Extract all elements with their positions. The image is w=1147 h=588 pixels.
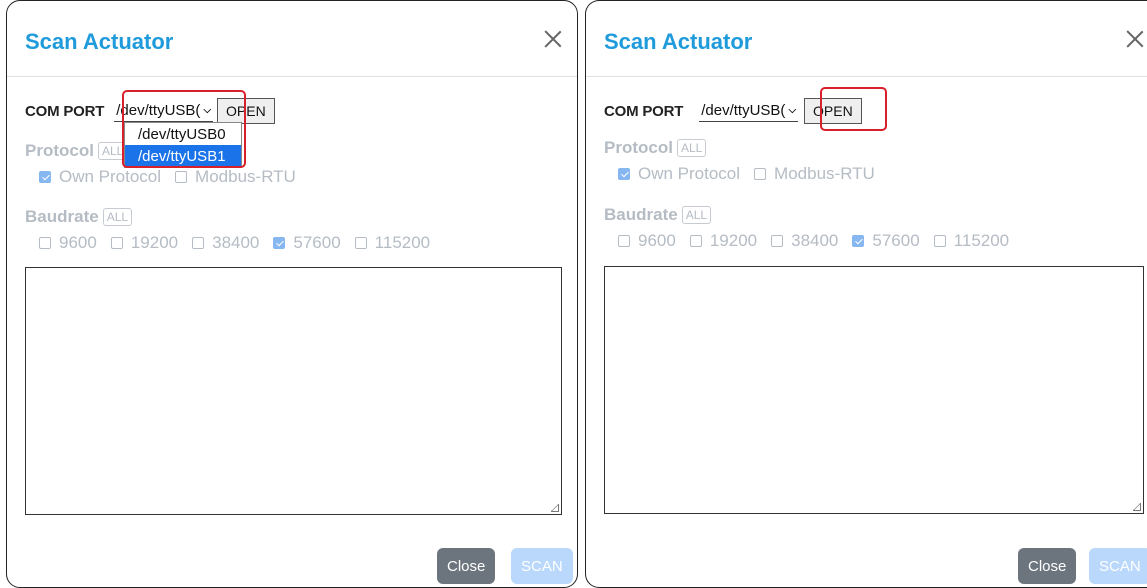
com-port-dropdown-list: /dev/ttyUSB0 /dev/ttyUSB1 bbox=[124, 122, 242, 168]
close-button[interactable]: Close bbox=[437, 548, 496, 584]
checkbox-checked-icon[interactable] bbox=[39, 171, 51, 183]
close-icon[interactable] bbox=[1124, 28, 1146, 50]
baudrate-option-9600[interactable]: 9600 bbox=[618, 231, 676, 251]
scan-button[interactable]: SCAN bbox=[1089, 548, 1147, 584]
dialog-title: Scan Actuator bbox=[25, 29, 174, 54]
baudrate-all-button[interactable]: ALL bbox=[681, 206, 712, 224]
open-button[interactable]: OPEN bbox=[804, 98, 862, 124]
option-label: 38400 bbox=[212, 233, 260, 252]
protocol-options: Own Protocol Modbus-RTU bbox=[39, 167, 310, 187]
com-port-select[interactable]: /dev/ttyUSB( ⌵ bbox=[114, 100, 214, 122]
baudrate-option-115200[interactable]: 115200 bbox=[354, 233, 431, 253]
dialog-header: Scan Actuator bbox=[7, 1, 577, 77]
com-port-select-value: /dev/ttyUSB( bbox=[116, 102, 201, 119]
checkbox-icon[interactable] bbox=[39, 237, 51, 249]
protocol-section: Protocol ALL bbox=[25, 141, 128, 161]
resize-grip-icon[interactable] bbox=[551, 504, 559, 512]
option-label: 57600 bbox=[293, 233, 341, 252]
protocol-all-button[interactable]: ALL bbox=[97, 142, 128, 160]
dropdown-option-selected[interactable]: /dev/ttyUSB1 bbox=[125, 145, 241, 167]
baudrate-section: Baudrate ALL bbox=[604, 205, 712, 225]
dialog-header: Scan Actuator bbox=[586, 1, 1147, 77]
option-label: 57600 bbox=[872, 231, 920, 250]
checkbox-icon[interactable] bbox=[689, 235, 702, 247]
chevron-down-icon: ⌵ bbox=[788, 105, 797, 116]
option-label: Own Protocol bbox=[59, 167, 162, 186]
baudrate-option-115200[interactable]: 115200 bbox=[933, 231, 1010, 251]
option-label: 9600 bbox=[59, 233, 97, 252]
com-port-select[interactable]: /dev/ttyUSB( ⌵ bbox=[699, 100, 799, 122]
com-port-label: COM PORT bbox=[25, 102, 105, 120]
scan-output-textarea[interactable] bbox=[25, 267, 562, 515]
scan-output-textarea[interactable] bbox=[604, 266, 1144, 514]
baudrate-option-57600[interactable]: 57600 bbox=[852, 231, 920, 251]
protocol-label: Protocol bbox=[604, 138, 673, 157]
baudrate-option-19200[interactable]: 19200 bbox=[110, 233, 179, 253]
com-port-row: COM PORT /dev/ttyUSB( ⌵ OPEN bbox=[25, 98, 275, 124]
checkbox-checked-icon[interactable] bbox=[618, 168, 630, 180]
scan-actuator-dialog-left: Scan Actuator COM PORT /dev/ttyUSB( ⌵ OP… bbox=[6, 0, 578, 588]
chevron-down-icon: ⌵ bbox=[203, 105, 212, 116]
baudrate-options: 9600 19200 38400 57600 115200 bbox=[39, 233, 444, 253]
protocol-option-own[interactable]: Own Protocol bbox=[618, 164, 740, 184]
baudrate-option-38400[interactable]: 38400 bbox=[192, 233, 259, 253]
option-label: 115200 bbox=[953, 231, 1010, 250]
resize-grip-icon[interactable] bbox=[1133, 503, 1141, 511]
option-label: 9600 bbox=[638, 231, 676, 250]
baudrate-label: Baudrate bbox=[25, 207, 99, 226]
com-port-select-value: /dev/ttyUSB( bbox=[701, 102, 786, 119]
protocol-section: Protocol ALL bbox=[604, 138, 707, 158]
checkbox-icon[interactable] bbox=[354, 237, 367, 249]
option-label: 19200 bbox=[709, 231, 758, 250]
option-label: 115200 bbox=[374, 233, 431, 252]
protocol-option-modbus[interactable]: Modbus-RTU bbox=[754, 164, 875, 184]
checkbox-checked-icon[interactable] bbox=[273, 237, 286, 249]
dropdown-option[interactable]: /dev/ttyUSB0 bbox=[125, 123, 241, 145]
baudrate-option-19200[interactable]: 19200 bbox=[689, 231, 758, 251]
checkbox-icon[interactable] bbox=[192, 237, 205, 249]
protocol-all-button[interactable]: ALL bbox=[676, 139, 707, 157]
protocol-option-modbus[interactable]: Modbus-RTU bbox=[175, 167, 296, 187]
scan-actuator-dialog-right: Scan Actuator COM PORT /dev/ttyUSB( ⌵ OP… bbox=[585, 0, 1147, 588]
baudrate-option-9600[interactable]: 9600 bbox=[39, 233, 97, 253]
checkbox-icon[interactable] bbox=[933, 235, 946, 247]
com-port-row: COM PORT /dev/ttyUSB( ⌵ OPEN bbox=[604, 98, 862, 124]
open-button[interactable]: OPEN bbox=[217, 98, 275, 124]
baudrate-option-57600[interactable]: 57600 bbox=[273, 233, 341, 253]
protocol-label: Protocol bbox=[25, 141, 94, 160]
protocol-option-own[interactable]: Own Protocol bbox=[39, 167, 161, 187]
baudrate-option-38400[interactable]: 38400 bbox=[771, 231, 838, 251]
checkbox-icon[interactable] bbox=[754, 168, 767, 180]
checkbox-icon[interactable] bbox=[618, 235, 630, 247]
option-label: Own Protocol bbox=[638, 164, 741, 183]
option-label: 19200 bbox=[130, 233, 179, 252]
option-label: 38400 bbox=[791, 231, 839, 250]
baudrate-label: Baudrate bbox=[604, 205, 678, 224]
baudrate-options: 9600 19200 38400 57600 115200 bbox=[618, 231, 1023, 251]
baudrate-section: Baudrate ALL bbox=[25, 207, 133, 227]
com-port-label: COM PORT bbox=[604, 102, 684, 120]
checkbox-icon[interactable] bbox=[175, 171, 188, 183]
baudrate-all-button[interactable]: ALL bbox=[102, 208, 133, 226]
option-label: Modbus-RTU bbox=[195, 167, 296, 186]
checkbox-icon[interactable] bbox=[110, 237, 123, 249]
checkbox-checked-icon[interactable] bbox=[852, 235, 865, 247]
checkbox-icon[interactable] bbox=[771, 235, 784, 247]
close-icon[interactable] bbox=[542, 28, 564, 50]
scan-button[interactable]: SCAN bbox=[511, 548, 573, 584]
protocol-options: Own Protocol Modbus-RTU bbox=[618, 164, 889, 184]
close-button[interactable]: Close bbox=[1018, 548, 1077, 584]
option-label: Modbus-RTU bbox=[774, 164, 875, 183]
dialog-title: Scan Actuator bbox=[604, 29, 753, 54]
